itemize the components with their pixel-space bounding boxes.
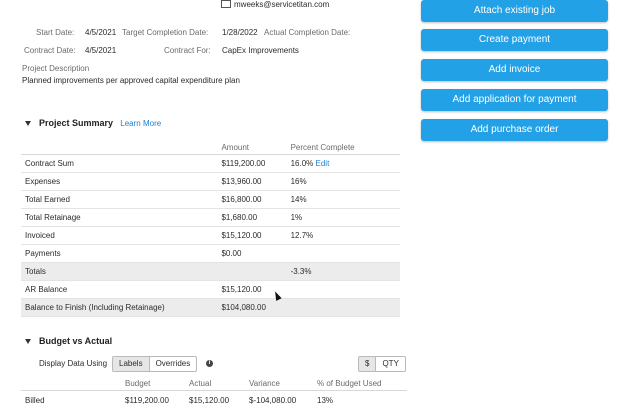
percent-value: 16.0% bbox=[290, 159, 314, 168]
row-percent: 14% bbox=[286, 190, 400, 209]
row-amount: $1,680.00 bbox=[217, 208, 287, 227]
row-amount: $104,080.00 bbox=[217, 298, 287, 317]
description-value: Planned improvements per approved capita… bbox=[22, 76, 240, 85]
row-label: AR Balance bbox=[21, 280, 218, 299]
column-header-amount: Amount bbox=[217, 141, 287, 155]
contract-date-label: Contract Date: bbox=[24, 46, 76, 55]
row-label: Balance to Finish (Including Retainage) bbox=[21, 298, 218, 317]
column-header-budget: Budget bbox=[125, 379, 151, 388]
column-header bbox=[21, 141, 218, 155]
contract-date-value: 4/5/2021 bbox=[85, 46, 117, 55]
column-header-pct-used: % of Budget Used bbox=[317, 379, 382, 388]
collapse-caret-icon[interactable] bbox=[25, 121, 31, 127]
contract-for-label: Contract For: bbox=[164, 46, 211, 55]
project-summary-header[interactable]: Project Summary Learn More bbox=[25, 118, 161, 128]
row-budget: $119,200.00 bbox=[125, 396, 169, 405]
target-date-label: Target Completion Date: bbox=[122, 28, 209, 37]
contract-for-value: CapEx Improvements bbox=[222, 46, 299, 55]
add-application-for-payment-button[interactable]: Add application for payment bbox=[421, 89, 608, 111]
row-percent: -3.3% bbox=[286, 262, 400, 281]
add-invoice-button[interactable]: Add invoice bbox=[421, 59, 608, 81]
table-row: AR Balance $15,120.00 bbox=[21, 280, 400, 299]
row-percent: 1% bbox=[286, 208, 400, 227]
budget-table-divider bbox=[21, 390, 407, 391]
row-percent: 16% bbox=[286, 172, 400, 191]
row-label: Total Retainage bbox=[21, 208, 218, 227]
row-label: Contract Sum bbox=[21, 154, 218, 173]
table-row: Balance to Finish (Including Retainage) … bbox=[21, 298, 400, 317]
row-amount: $0.00 bbox=[217, 244, 287, 263]
add-purchase-order-button[interactable]: Add purchase order bbox=[421, 119, 608, 141]
overrides-toggle-option[interactable]: Overrides bbox=[148, 357, 197, 371]
row-label: Totals bbox=[21, 262, 218, 281]
create-payment-button[interactable]: Create payment bbox=[421, 29, 608, 51]
description-label: Project Description bbox=[22, 64, 90, 73]
row-label: Invoiced bbox=[21, 226, 218, 245]
row-percent: 12.7% bbox=[286, 226, 400, 245]
row-amount: $13,960.00 bbox=[217, 172, 287, 191]
row-label: Total Earned bbox=[21, 190, 218, 209]
row-label: Expenses bbox=[21, 172, 218, 191]
table-row: Payments $0.00 bbox=[21, 244, 400, 263]
dollar-toggle-option[interactable]: $ bbox=[359, 357, 376, 371]
row-amount: $15,120.00 bbox=[217, 226, 287, 245]
row-label: Billed bbox=[25, 396, 45, 405]
qty-toggle-option[interactable]: QTY bbox=[375, 357, 404, 371]
envelope-icon bbox=[221, 0, 231, 8]
start-date-label: Start Date: bbox=[36, 28, 75, 37]
column-header-percent: Percent Complete bbox=[286, 141, 400, 155]
row-actual: $15,120.00 bbox=[189, 396, 230, 405]
attach-existing-job-button[interactable]: Attach existing job bbox=[421, 0, 608, 22]
table-row: Invoiced $15,120.00 12.7% bbox=[21, 226, 400, 245]
learn-more-link[interactable]: Learn More bbox=[120, 119, 161, 128]
display-mode-toggle: Labels Overrides bbox=[112, 356, 198, 372]
collapse-caret-icon[interactable] bbox=[25, 339, 31, 345]
row-variance: $-104,080.00 bbox=[249, 396, 297, 405]
row-amount bbox=[217, 262, 287, 281]
row-label: Payments bbox=[21, 244, 218, 263]
edit-link[interactable]: Edit bbox=[316, 159, 330, 168]
column-header-variance: Variance bbox=[249, 379, 280, 388]
row-percent: 16.0% Edit bbox=[286, 154, 400, 173]
row-pct-used: 13% bbox=[317, 396, 334, 405]
row-amount: $119,200.00 bbox=[217, 154, 287, 173]
row-percent bbox=[286, 280, 400, 299]
table-row: Contract Sum $119,200.00 16.0% Edit bbox=[21, 154, 400, 173]
totals-row: Totals -3.3% bbox=[21, 262, 400, 281]
budget-vs-actual-title: Budget vs Actual bbox=[39, 336, 113, 346]
unit-toggle: $ QTY bbox=[358, 356, 406, 372]
table-row: Total Earned $16,800.00 14% bbox=[21, 190, 400, 209]
info-icon[interactable]: i bbox=[206, 360, 213, 367]
project-summary-title: Project Summary bbox=[39, 118, 114, 128]
email-text: mweeks@servicetitan.com bbox=[234, 0, 330, 9]
labels-toggle-option[interactable]: Labels bbox=[113, 357, 149, 371]
display-data-label: Display Data Using bbox=[39, 359, 108, 368]
actual-date-label: Actual Completion Date: bbox=[264, 28, 351, 37]
table-header-row: Amount Percent Complete bbox=[21, 141, 400, 155]
table-row: Total Retainage $1,680.00 1% bbox=[21, 208, 400, 227]
contact-email: mweeks@servicetitan.com bbox=[221, 0, 329, 9]
row-percent bbox=[286, 244, 400, 263]
start-date-value: 4/5/2021 bbox=[85, 28, 117, 37]
row-amount: $16,800.00 bbox=[217, 190, 287, 209]
target-date-value: 1/28/2022 bbox=[222, 28, 258, 37]
row-percent bbox=[286, 298, 400, 317]
table-row: Expenses $13,960.00 16% bbox=[21, 172, 400, 191]
budget-vs-actual-header[interactable]: Budget vs Actual bbox=[25, 336, 112, 346]
project-summary-table: Amount Percent Complete Contract Sum $11… bbox=[21, 141, 400, 317]
column-header-actual: Actual bbox=[189, 379, 212, 388]
